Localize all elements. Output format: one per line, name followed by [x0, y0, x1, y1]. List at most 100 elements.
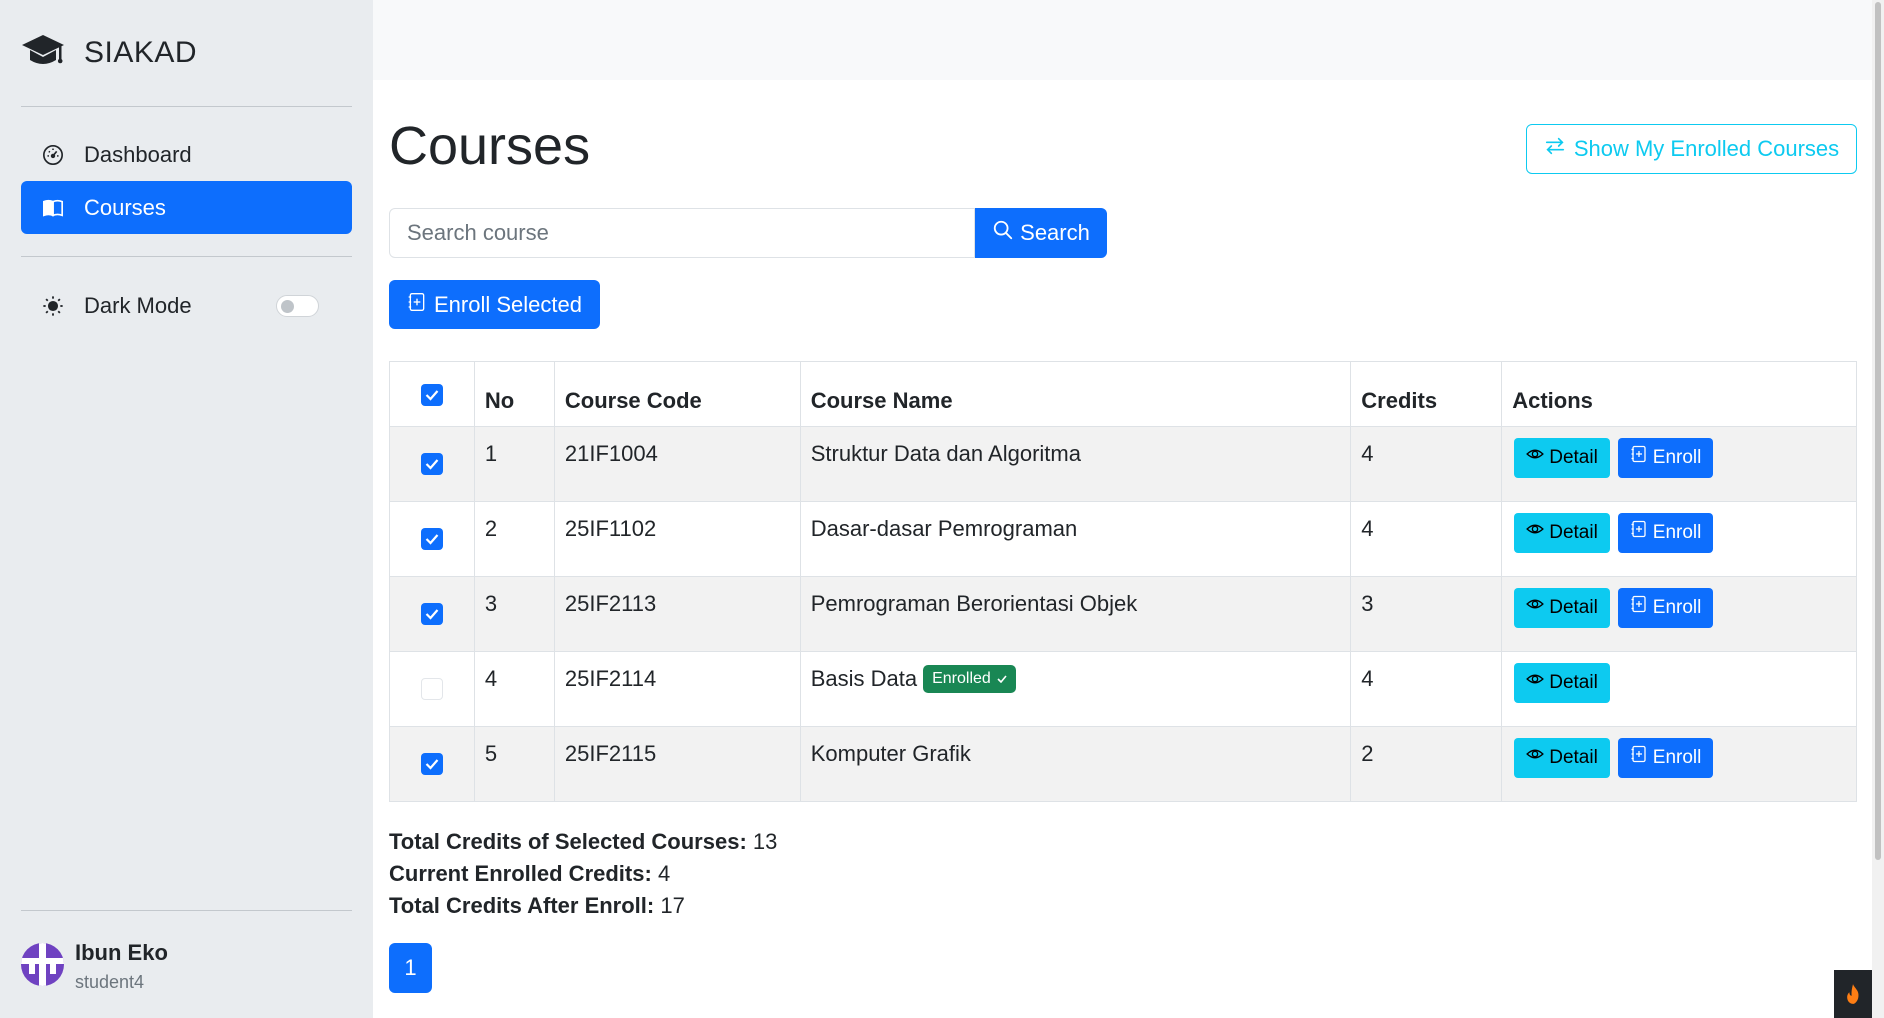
detail-button[interactable]: Detail	[1514, 738, 1610, 778]
user-name: Ibun Eko	[75, 940, 168, 965]
cell-no: 1	[473, 426, 555, 502]
header-checkbox-cell	[389, 361, 475, 427]
course-name: Pemrograman Berorientasi Objek	[810, 591, 1138, 616]
row-checkbox[interactable]	[420, 753, 443, 775]
course-name: Dasar-dasar Pemrograman	[810, 516, 1078, 541]
enrolled-badge: Enrolled	[923, 665, 1016, 693]
cell-credits: 4	[1350, 651, 1503, 727]
show-enrolled-courses-button[interactable]: Show My Enrolled Courses	[1526, 124, 1857, 174]
column-header-course-name: Course Name	[799, 361, 1352, 427]
course-name: Komputer Grafik	[810, 741, 971, 766]
cell-no: 3	[473, 576, 555, 652]
sidebar: SIAKAD Dashboard Courses Dark Mode Ibun …	[0, 0, 373, 1018]
cell-course-code: 25IF1102	[553, 501, 801, 577]
cell-actions: Detail Enroll	[1501, 426, 1857, 502]
arrow-left-right-icon	[1544, 135, 1574, 163]
sun-icon	[41, 294, 65, 318]
check-icon	[991, 666, 1007, 692]
course-name: Basis Data	[810, 666, 918, 691]
user-profile[interactable]: Ibun Eko student4	[21, 939, 168, 995]
table-header-row: No Course Code Course Name Credits Actio…	[389, 361, 1857, 427]
eye-icon	[1526, 445, 1549, 471]
cell-course-name: Pemrograman Berorientasi Objek	[799, 576, 1352, 652]
enroll-icon	[1630, 745, 1653, 771]
total-after-enroll-credits: Total Credits After Enroll: 17	[389, 893, 685, 918]
sidebar-item-label: Courses	[84, 194, 166, 220]
detail-button[interactable]: Detail	[1514, 513, 1610, 553]
flame-icon[interactable]	[1834, 970, 1872, 1018]
scrollbar-thumb[interactable]	[1875, 2, 1881, 860]
sidebar-item-label: Dashboard	[84, 141, 192, 167]
table-row: 5 25IF2115 Komputer Grafik 2 Detail Enroll	[389, 726, 1857, 802]
enroll-icon	[407, 292, 434, 318]
detail-button[interactable]: Detail	[1514, 438, 1610, 478]
eye-icon	[1526, 670, 1549, 696]
current-enrolled-credits: Current Enrolled Credits: 4	[389, 861, 671, 886]
column-header-actions: Actions	[1501, 361, 1857, 427]
column-header-course-code: Course Code	[553, 361, 801, 427]
enroll-button[interactable]: Enroll	[1617, 513, 1714, 553]
sidebar-item-courses[interactable]: Courses	[21, 181, 352, 234]
enroll-button[interactable]: Enroll	[1617, 588, 1714, 628]
cell-course-code: 21IF1004	[553, 426, 801, 502]
column-header-credits: Credits	[1350, 361, 1503, 427]
cell-course-code: 25IF2113	[553, 576, 801, 652]
cell-credits: 4	[1350, 501, 1503, 577]
row-checkbox-cell	[389, 426, 475, 502]
row-checkbox[interactable]	[420, 453, 443, 475]
row-checkbox[interactable]	[420, 678, 443, 700]
sidebar-item-dashboard[interactable]: Dashboard	[21, 128, 352, 181]
row-checkbox-cell	[389, 501, 475, 577]
credits-summary: Total Credits of Selected Courses: 13 Cu…	[389, 826, 777, 922]
brand[interactable]: SIAKAD	[21, 30, 197, 76]
cell-course-code: 25IF2114	[553, 651, 801, 727]
show-enrolled-label: Show My Enrolled Courses	[1573, 136, 1840, 161]
cell-no: 5	[473, 726, 555, 802]
cell-credits: 4	[1350, 426, 1503, 502]
app-title: SIAKAD	[84, 36, 198, 69]
avatar	[21, 943, 64, 986]
divider	[21, 106, 352, 107]
scrollbar[interactable]	[1872, 0, 1884, 1018]
divider	[21, 256, 352, 257]
table-row: 2 25IF1102 Dasar-dasar Pemrograman 4 Detail E…	[389, 501, 1857, 577]
row-checkbox[interactable]	[420, 603, 443, 625]
table-row: 4 25IF2114 Basis Data Enrolled 4 Detail	[389, 651, 1857, 727]
eye-icon	[1526, 595, 1549, 621]
user-role: student4	[75, 972, 145, 992]
cell-actions: Detail Enroll	[1501, 501, 1857, 577]
eye-icon	[1526, 520, 1549, 546]
cell-no: 2	[473, 501, 555, 577]
row-checkbox-cell	[389, 576, 475, 652]
row-checkbox-cell	[389, 651, 475, 727]
cell-course-name: Basis Data Enrolled	[799, 651, 1352, 727]
top-bar	[373, 0, 1872, 80]
table-row: 1 21IF1004 Struktur Data dan Algoritma 4 Det…	[389, 426, 1857, 502]
graduation-cap-icon	[21, 31, 65, 76]
course-name: Struktur Data dan Algoritma	[810, 441, 1081, 466]
enroll-button[interactable]: Enroll	[1617, 438, 1714, 478]
enroll-button[interactable]: Enroll	[1617, 738, 1714, 778]
eye-icon	[1526, 745, 1549, 771]
enroll-selected-label: Enroll Selected	[434, 291, 582, 317]
detail-button[interactable]: Detail	[1514, 588, 1610, 628]
search-button[interactable]: Search	[975, 208, 1107, 258]
cell-credits: 2	[1350, 726, 1503, 802]
column-header-no: No	[473, 361, 555, 427]
cell-course-name: Komputer Grafik	[799, 726, 1352, 802]
detail-button[interactable]: Detail	[1514, 663, 1610, 703]
cell-course-name: Dasar-dasar Pemrograman	[799, 501, 1352, 577]
speedometer-icon	[41, 143, 65, 167]
cell-no: 4	[473, 651, 555, 727]
search-input[interactable]	[389, 208, 975, 258]
row-checkbox[interactable]	[420, 528, 443, 550]
page-title: Courses	[389, 116, 591, 176]
cell-credits: 3	[1350, 576, 1503, 652]
dark-mode-toggle[interactable]	[276, 295, 319, 317]
divider	[21, 910, 352, 911]
table-row: 3 25IF2113 Pemrograman Berorientasi Objek 3…	[389, 576, 1857, 652]
pagination-page-1[interactable]: 1	[389, 943, 432, 993]
enroll-selected-button[interactable]: Enroll Selected	[389, 280, 600, 329]
select-all-checkbox[interactable]	[420, 384, 443, 406]
cell-course-name: Struktur Data dan Algoritma	[799, 426, 1352, 502]
